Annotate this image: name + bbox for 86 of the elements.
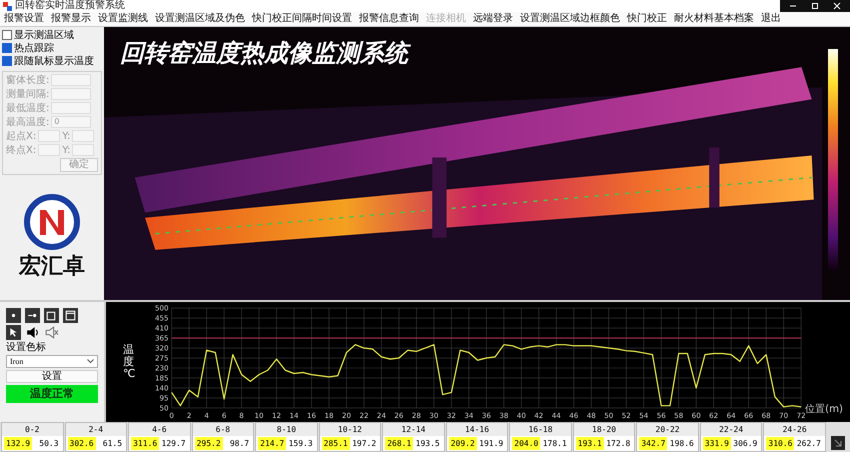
checkbox-label: 跟随鼠标显示温度 (14, 54, 94, 68)
min-temperature: 306.9 (732, 438, 758, 450)
menu-item[interactable]: 报警信息查询 (359, 12, 419, 26)
palette-label: 设置色标 (6, 342, 47, 353)
min-temperature: 193.5 (414, 438, 441, 450)
min-temperature: 191.9 (478, 438, 504, 450)
max-temperature: 268.1 (385, 436, 414, 450)
max-temperature: 209.2 (448, 436, 477, 450)
status-indicator: 温度正常 (6, 384, 98, 403)
min-temperature: 198.6 (668, 438, 695, 450)
checkbox[interactable] (2, 30, 12, 40)
logo-text: 宏汇卓 (19, 255, 85, 280)
max-temperature: 204.0 (512, 436, 540, 450)
zone-range: 16-18 (527, 424, 554, 436)
zone-range: 24-26 (782, 424, 808, 436)
zone-range: 22-24 (718, 424, 744, 436)
max-temperature: 310.6 (766, 436, 794, 450)
max-temperature: 132.9 (4, 436, 32, 450)
menu-item[interactable]: 快门校正间隔时间设置 (252, 12, 352, 26)
zone-range: 20-22 (654, 424, 681, 436)
zone-range: 8-10 (276, 424, 298, 436)
close-icon[interactable] (832, 1, 842, 11)
max-temperature: 302.6 (68, 436, 96, 450)
option-checkbox[interactable]: 跟随鼠标显示温度 (2, 54, 102, 68)
zone-range: 10-12 (336, 424, 363, 436)
resize-grip-icon (830, 436, 845, 450)
zone-range: 2-4 (88, 424, 104, 436)
field-label: 终点X: (6, 144, 36, 158)
apply-button[interactable]: 设置 (6, 370, 98, 383)
max-temperature: 311.6 (131, 436, 160, 450)
zone-range: 12-14 (400, 424, 426, 436)
cursor-icon[interactable] (6, 324, 21, 340)
field-label: 测量间隔: (6, 88, 50, 102)
logo-icon (23, 193, 81, 252)
zone-range: 6-8 (214, 424, 232, 436)
max-temperature: 193.1 (576, 436, 604, 450)
rectangle-icon[interactable] (44, 308, 59, 323)
window-icon[interactable] (63, 308, 78, 323)
max-temperature: 214.7 (258, 436, 286, 450)
field-label: Y: (62, 144, 70, 156)
max-temperature: 342.7 (639, 436, 668, 450)
min-temperature: 172.8 (605, 438, 632, 450)
max-temperature: 285.1 (322, 436, 350, 450)
min-temperature: 50.3 (38, 438, 60, 450)
field-label: Y: (62, 130, 70, 142)
menu-item[interactable]: 设置测温区域及伪色 (155, 12, 245, 26)
app-icon (3, 2, 12, 10)
max-temperature: 331.9 (702, 436, 731, 450)
caret-icon (87, 358, 94, 364)
field-label: 窗体长度: (6, 74, 50, 88)
option-checkbox[interactable]: 显示测温区域 (2, 28, 102, 42)
menu-item[interactable]: 报警显示 (51, 12, 91, 26)
menu-item[interactable]: 退出 (761, 12, 781, 26)
min-temperature: 197.2 (351, 438, 378, 450)
field-label: 最低温度: (6, 102, 50, 116)
field-label: 最高温度: (6, 116, 50, 130)
checkbox[interactable] (2, 43, 12, 54)
menu-item[interactable]: 报警设置 (4, 12, 44, 26)
min-temperature: 98.7 (228, 438, 250, 450)
checkbox[interactable] (2, 56, 12, 66)
axis-label: 温度℃ (122, 342, 136, 382)
zone-range: 14-16 (464, 424, 490, 436)
min-temperature: 159.3 (288, 438, 314, 450)
field-label: 起点X: (6, 130, 36, 144)
zone-range: 4-6 (151, 424, 168, 436)
min-temperature: 262.7 (796, 438, 822, 450)
menu-item[interactable]: 远端登录 (473, 12, 513, 26)
menu-item[interactable]: 耐火材料基本档案 (674, 12, 754, 26)
checkbox-label: 热点跟踪 (14, 42, 54, 56)
min-temperature: 61.5 (102, 438, 124, 450)
min-temperature: 129.7 (160, 438, 187, 450)
option-checkbox[interactable]: 热点跟踪 (2, 42, 102, 55)
menu-item[interactable]: 设置测温区域边框颜色 (520, 12, 620, 26)
zone-range: 18-20 (591, 424, 618, 436)
speaker-icon[interactable] (25, 324, 40, 340)
maximize-icon[interactable] (810, 1, 820, 11)
min-temperature: 178.1 (542, 438, 568, 450)
zone-range: 0-2 (24, 424, 40, 436)
point-icon[interactable] (6, 308, 21, 323)
menu-item[interactable]: 快门校正 (627, 12, 667, 26)
checkbox-label: 显示测温区域 (14, 28, 74, 42)
axis-label: 位置(m) (805, 404, 844, 415)
max-temperature: 295.2 (194, 436, 223, 450)
mute-icon[interactable] (44, 324, 59, 340)
palette-dropdown[interactable]: Iron (6, 354, 98, 368)
menu-item[interactable]: 设置监测线 (98, 12, 148, 26)
